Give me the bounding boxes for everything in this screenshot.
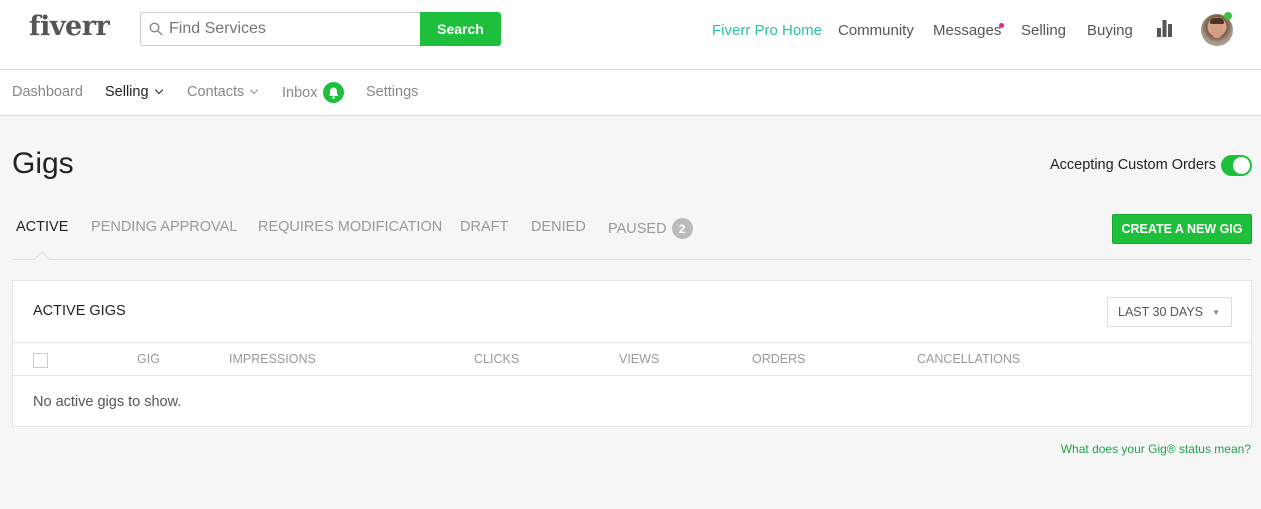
- tabs-divider: [12, 259, 1251, 260]
- fiverr-logo[interactable]: fiverr: [29, 11, 110, 42]
- subnav-contacts-label: Contacts: [187, 84, 245, 100]
- subnav-inbox[interactable]: Inbox: [282, 82, 345, 103]
- table-header: GIG IMPRESSIONS CLICKS VIEWS ORDERS CANC…: [13, 342, 1251, 376]
- subnav-dashboard[interactable]: Dashboard: [12, 84, 83, 100]
- toggle-knob: [1233, 157, 1250, 174]
- active-tab-indicator: [34, 251, 50, 260]
- tab-paused[interactable]: PAUSED 2: [608, 218, 693, 239]
- create-new-gig-button[interactable]: CREATE A NEW GIG: [1112, 214, 1252, 244]
- column-clicks[interactable]: CLICKS: [474, 352, 519, 366]
- subnav-inbox-label: Inbox: [282, 84, 318, 101]
- custom-orders-label: Accepting Custom Orders: [1050, 157, 1217, 173]
- page-title: Gigs: [12, 147, 74, 180]
- column-gig[interactable]: GIG: [137, 352, 160, 366]
- subnav-settings-label: Settings: [366, 84, 419, 100]
- tab-paused-label: PAUSED: [608, 220, 667, 237]
- custom-orders-toggle[interactable]: [1221, 155, 1252, 176]
- chevron-down-icon: [249, 85, 259, 95]
- subnav-selling[interactable]: Selling: [105, 84, 163, 100]
- subnav-settings[interactable]: Settings: [366, 84, 418, 100]
- period-value: LAST 30 DAYS: [1118, 305, 1203, 319]
- active-gigs-card: ACTIVE GIGS LAST 30 DAYS ▼ GIG IMPRESSIO…: [12, 280, 1252, 427]
- search-button[interactable]: Search: [420, 12, 501, 46]
- secondary-nav: Dashboard Selling Contacts Inbox Setting…: [0, 70, 1261, 116]
- nav-selling[interactable]: Selling: [1021, 22, 1066, 39]
- nav-messages[interactable]: Messages: [933, 22, 1001, 39]
- gig-status-help-link[interactable]: What does your Gig® status mean?: [1061, 442, 1251, 456]
- dropdown-arrow-icon: ▼: [1212, 308, 1220, 317]
- nav-community[interactable]: Community: [838, 22, 914, 39]
- avatar-hair: [1210, 18, 1224, 24]
- tab-requires-modification[interactable]: REQUIRES MODIFICATION: [258, 219, 442, 235]
- search-icon: [149, 22, 163, 36]
- tab-active[interactable]: ACTIVE: [16, 219, 68, 235]
- nav-fiverr-pro-home[interactable]: Fiverr Pro Home: [712, 22, 822, 39]
- subnav-dashboard-label: Dashboard: [12, 84, 83, 100]
- select-all-checkbox[interactable]: [33, 353, 48, 368]
- empty-state-message: No active gigs to show.: [33, 394, 182, 410]
- subnav-contacts[interactable]: Contacts: [187, 84, 259, 100]
- search-field[interactable]: [140, 12, 420, 46]
- column-impressions[interactable]: IMPRESSIONS: [229, 352, 316, 366]
- search-bar: Search: [140, 12, 501, 46]
- tab-draft[interactable]: DRAFT: [460, 219, 508, 235]
- online-status-dot: [1224, 12, 1232, 20]
- column-orders[interactable]: ORDERS: [752, 352, 805, 366]
- tab-denied[interactable]: DENIED: [531, 219, 586, 235]
- nav-buying[interactable]: Buying: [1087, 22, 1133, 39]
- messages-notification-dot: [999, 23, 1004, 28]
- paused-count-badge: 2: [671, 218, 693, 239]
- subnav-selling-label: Selling: [105, 84, 149, 100]
- chevron-down-icon: [154, 85, 163, 95]
- tab-pending-approval[interactable]: PENDING APPROVAL: [91, 219, 237, 235]
- column-cancellations[interactable]: CANCELLATIONS: [917, 352, 1020, 366]
- stats-icon[interactable]: [1157, 20, 1172, 37]
- period-select[interactable]: LAST 30 DAYS ▼: [1107, 297, 1232, 327]
- card-title: ACTIVE GIGS: [33, 303, 126, 319]
- search-input[interactable]: [169, 20, 409, 38]
- bell-icon: [323, 82, 345, 103]
- column-views[interactable]: VIEWS: [619, 352, 659, 366]
- top-header: fiverr Search Fiverr Pro Home Community …: [0, 0, 1261, 70]
